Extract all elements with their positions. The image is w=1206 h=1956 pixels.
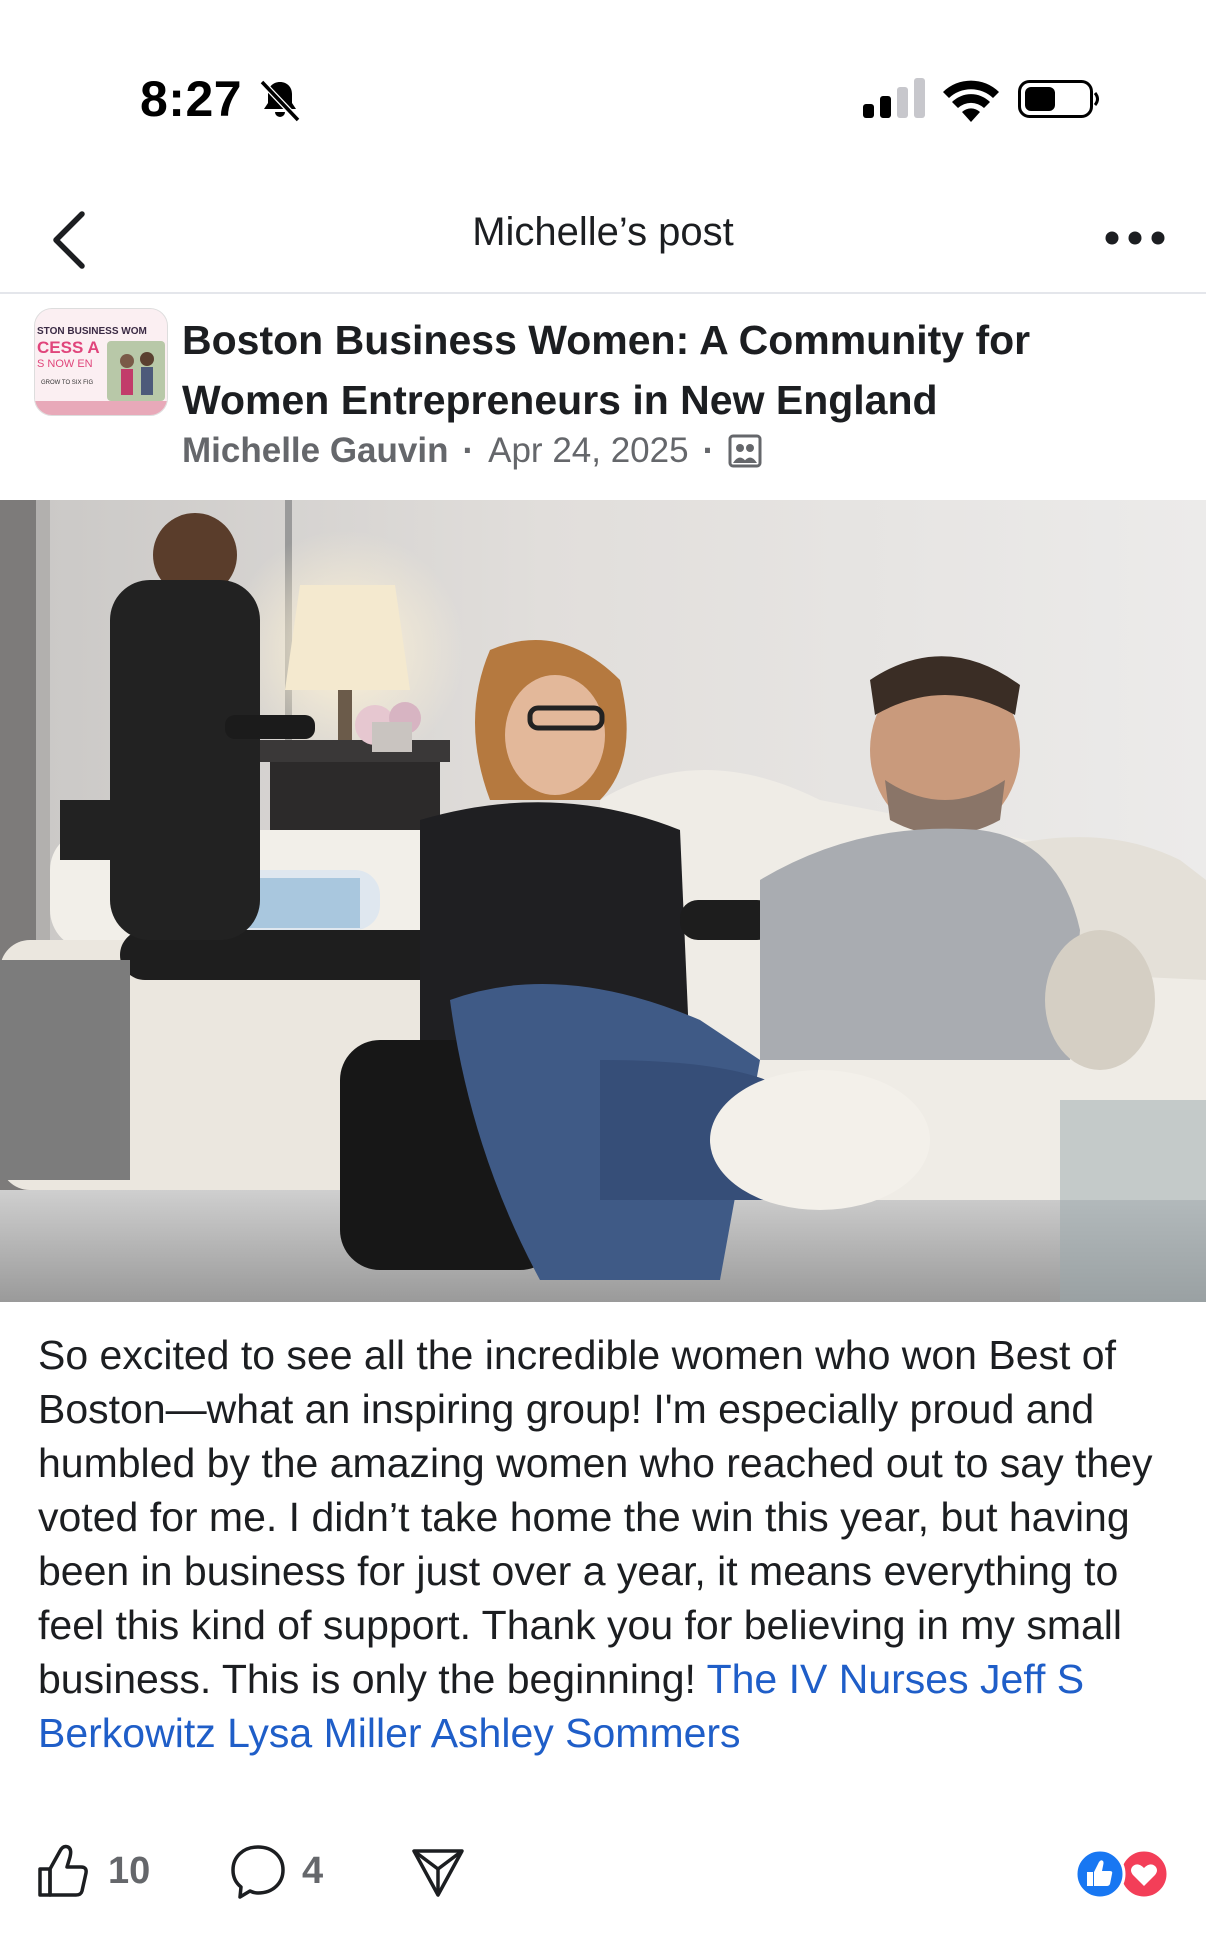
tag-link[interactable]: Ashley Sommers <box>431 1710 741 1756</box>
comment-button[interactable]: 4 <box>228 1836 323 1906</box>
share-icon <box>412 1849 464 1897</box>
thumbs-up-icon <box>38 1844 88 1897</box>
meta-separator: · <box>462 431 475 470</box>
avatar-text-line3: S NOW EN <box>37 358 93 370</box>
post-meta: Michelle Gauvin · Apr 24, 2025 · <box>182 426 762 476</box>
group-audience-icon[interactable] <box>728 434 762 468</box>
post-action-bar: 10 4 <box>0 1836 1206 1916</box>
reaction-summary[interactable] <box>1072 1848 1172 1900</box>
top-navigation-bar: Michelle’s post <box>0 190 1206 294</box>
post-header: STON BUSINESS WOM CESS A S NOW EN GROW T… <box>0 296 1206 500</box>
battery-icon <box>1018 80 1099 118</box>
status-time: 8:27 <box>140 71 243 127</box>
group-name-link[interactable]: Boston Business Women: A Community for W… <box>182 310 1182 430</box>
more-options-button[interactable] <box>1100 216 1170 260</box>
post-photo-image <box>0 500 1206 1302</box>
tag-link[interactable]: The IV Nurses <box>707 1656 969 1702</box>
like-count: 10 <box>108 1849 151 1892</box>
cellular-signal-icon <box>863 78 925 118</box>
post-body: So excited to see all the incredible wom… <box>38 1328 1178 1760</box>
meta-separator: · <box>702 431 715 470</box>
wifi-icon <box>943 80 999 122</box>
group-avatar[interactable]: STON BUSINESS WOM CESS A S NOW EN GROW T… <box>34 308 168 416</box>
tag-link[interactable]: Lysa Miller <box>227 1710 421 1756</box>
avatar-text-line1: STON BUSINESS WOM <box>37 326 147 337</box>
avatar-text-line2: CESS A <box>37 338 100 357</box>
avatar-text-line4: GROW TO SIX FIG <box>41 380 93 386</box>
page-title: Michelle’s post <box>472 210 734 254</box>
post-text: So excited to see all the incredible wom… <box>38 1332 1153 1702</box>
comment-bubble-icon <box>231 1845 285 1899</box>
status-bar: 8:27 <box>0 0 1206 190</box>
comment-count: 4 <box>302 1849 324 1892</box>
post-date[interactable]: Apr 24, 2025 <box>488 431 688 471</box>
author-name-link[interactable]: Michelle Gauvin <box>182 431 448 471</box>
like-button[interactable]: 10 <box>34 1836 150 1906</box>
bell-slash-icon <box>259 79 301 123</box>
like-reaction-icon <box>1074 1848 1126 1900</box>
post-photo[interactable] <box>0 500 1206 1302</box>
group-avatar-image: STON BUSINESS WOM CESS A S NOW EN GROW T… <box>35 309 167 415</box>
love-reaction-icon <box>1118 1848 1170 1900</box>
share-button[interactable] <box>408 1836 468 1906</box>
